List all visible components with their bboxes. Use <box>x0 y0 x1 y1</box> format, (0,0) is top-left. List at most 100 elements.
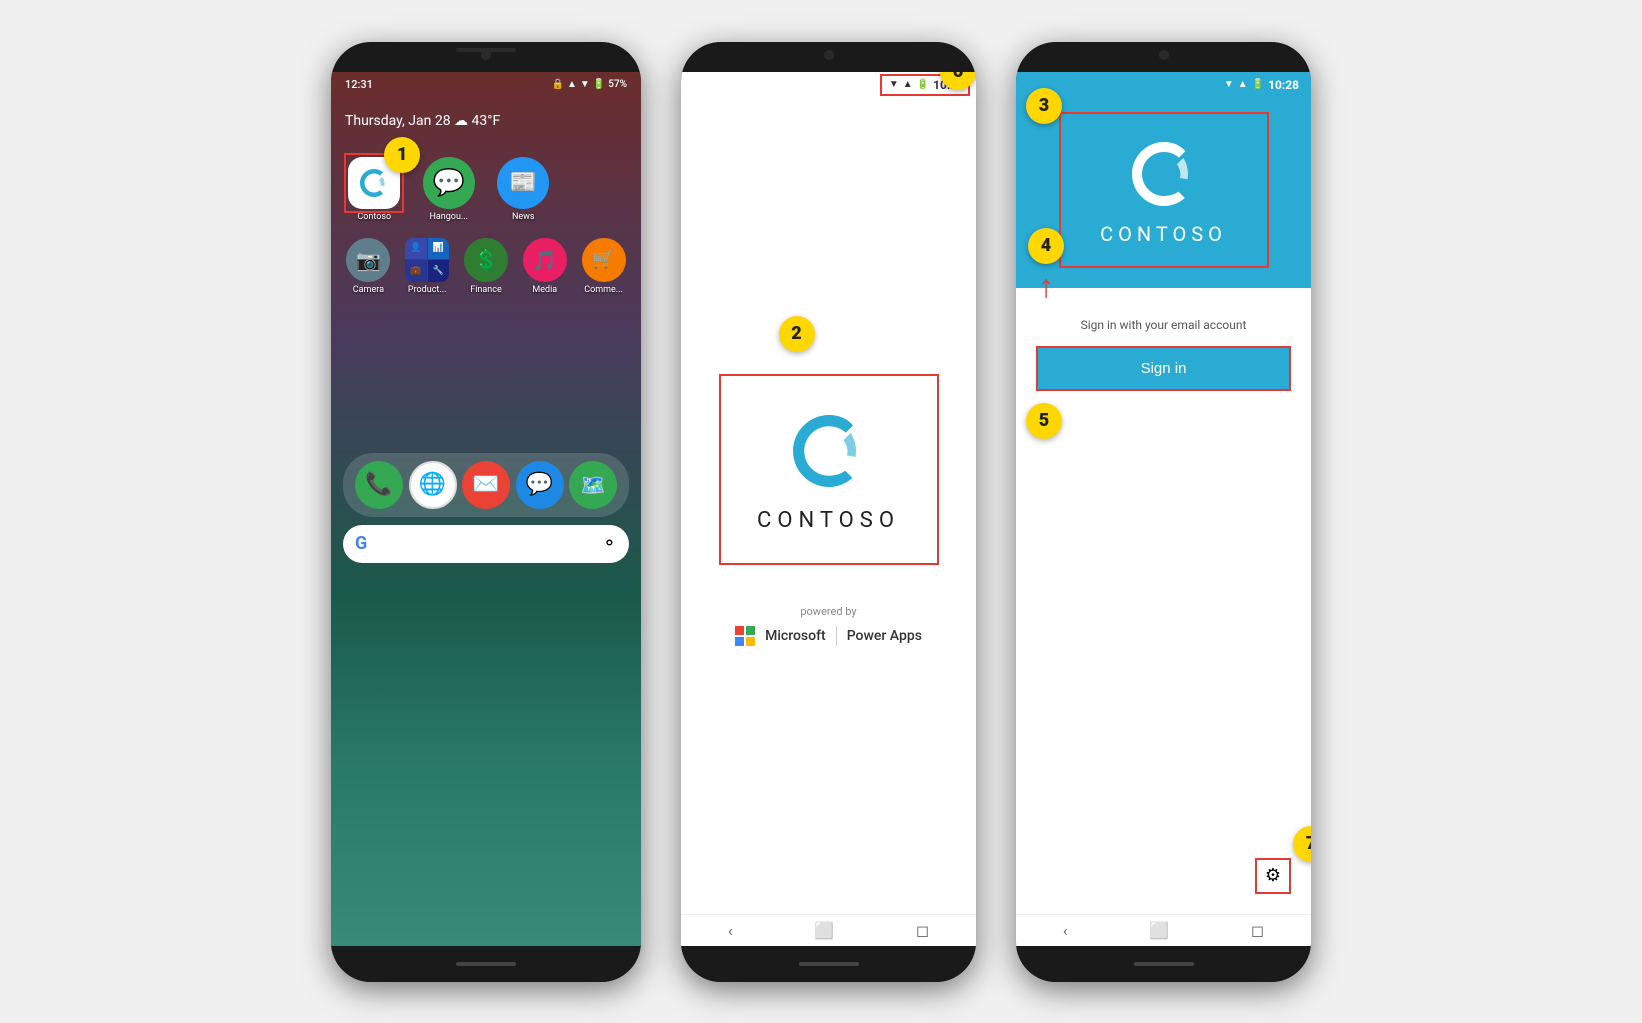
signin-bottom: 4 ↑ Sign in with your email account Sign… <box>1016 288 1311 914</box>
ms-label: Microsoft <box>765 628 826 644</box>
camera-3 <box>1159 50 1169 60</box>
messages-icon: 💬 <box>516 461 564 509</box>
signin-button[interactable]: Sign in <box>1036 346 1291 391</box>
hangouts-icon: 💬 <box>423 157 475 209</box>
camera-app[interactable]: 📷 Camera <box>343 238 394 295</box>
date-weather: Thursday, Jan 28 ☁ 43°F <box>331 97 641 137</box>
status-bar: 12:31 🔒 ▲ ▼ 🔋 57% <box>331 72 641 97</box>
signin-btn-wrapper: Sign in 5 <box>1036 346 1291 391</box>
phone-1-screen: 12:31 🔒 ▲ ▼ 🔋 57% Thursday, Jan 28 ☁ 43°… <box>331 72 641 946</box>
chrome-icon: 🌐 <box>409 461 457 509</box>
recents-btn-3[interactable]: ◻ <box>1251 921 1264 940</box>
time-3: 10:28 <box>1268 78 1299 92</box>
contoso-signin-name: CONTOSO <box>1100 222 1227 246</box>
news-icon: 📰 <box>497 157 549 209</box>
home-indicator <box>456 962 516 966</box>
phone-dock-app[interactable]: 📞 <box>355 461 403 509</box>
divider <box>836 626 837 646</box>
lock-icon: 🔒 <box>552 79 564 90</box>
annotation-5: 5 <box>1026 403 1062 439</box>
annotation-4-label: 4 <box>1041 235 1051 256</box>
maps-dock-app[interactable]: 🗺️ <box>569 461 617 509</box>
annotation-5-label: 5 <box>1039 410 1049 431</box>
date-text: Thursday, Jan 28 ☁ 43°F <box>345 113 627 129</box>
media-app[interactable]: 🎵 Media <box>519 238 570 295</box>
commerce-app[interactable]: 🛒 Comme... <box>578 238 629 295</box>
recents-btn-2[interactable]: ◻ <box>916 921 929 940</box>
annotation-1: 1 <box>384 137 420 173</box>
back-btn-3[interactable]: ‹ <box>1063 921 1068 940</box>
chrome-dock-app[interactable]: 🌐 <box>409 461 457 509</box>
annotation-4-area: 4 ↑ <box>1028 228 1064 302</box>
phone-icon: 📞 <box>355 461 403 509</box>
signin-description: Sign in with your email account <box>1081 318 1247 332</box>
product-label: Product... <box>408 285 447 295</box>
home-btn-2[interactable]: ⬜ <box>814 921 834 940</box>
home-indicator-2 <box>799 962 859 966</box>
finance-app[interactable]: 💲 Finance <box>461 238 512 295</box>
screen-2-inner: ▼ ▲ 🔋 10:28 6 2 <box>681 72 976 946</box>
messages-dock-app[interactable]: 💬 <box>516 461 564 509</box>
annotation-2-label: 2 <box>791 323 801 344</box>
battery-icon: 🔋 <box>593 79 605 90</box>
phone-3-top <box>1016 42 1311 72</box>
contoso-splash-box: CONTOSO <box>719 374 939 565</box>
camera-icon: 📷 <box>346 238 390 282</box>
speaker <box>456 48 516 52</box>
screen-3-inner: ▼ ▲ 🔋 10:28 3 <box>1016 72 1311 946</box>
maps-icon: 🗺️ <box>569 461 617 509</box>
status-icons-3: ▼ ▲ 🔋 10:28 <box>1224 78 1299 92</box>
phone-2-top <box>681 42 976 72</box>
wifi-icon-3: ▼ <box>1224 79 1234 90</box>
news-app[interactable]: 📰 News <box>492 157 555 222</box>
google-dots-icon: ⚬ <box>602 533 617 554</box>
battery-percent: 57% <box>608 79 627 90</box>
pa-label: Power Apps <box>847 628 922 644</box>
phone-3-bottom <box>1016 946 1311 982</box>
commerce-label: Comme... <box>584 285 623 295</box>
hangouts-label: Hangou... <box>429 212 468 222</box>
annotation-4: 4 <box>1028 228 1064 264</box>
commerce-icon: 🛒 <box>582 238 626 282</box>
app-grid-row1: 1 Contoso 💬 Hangou... 📰 News <box>331 137 641 232</box>
status-bar-3: ▼ ▲ 🔋 10:28 <box>1016 72 1311 98</box>
time: 12:31 <box>345 78 373 91</box>
phone-3-nav: ‹ ⬜ ◻ <box>1016 914 1311 946</box>
contoso-c-logo-large <box>784 406 874 496</box>
annotation-6-label: 6 <box>953 72 963 83</box>
news-label: News <box>512 212 535 222</box>
product-app[interactable]: 👤 📊 💼 🔧 Product... <box>402 238 453 295</box>
contoso-app[interactable]: 1 Contoso <box>343 157 406 222</box>
annotation-3-label: 3 <box>1039 95 1049 116</box>
status-icons: 🔒 ▲ ▼ 🔋 57% <box>552 79 627 90</box>
google-g-icon: G <box>355 533 367 554</box>
media-icon: 🎵 <box>523 238 567 282</box>
phone-2-screen: ▼ ▲ 🔋 10:28 6 2 <box>681 72 976 946</box>
arrow-up-icon: ↑ <box>1038 270 1054 302</box>
finance-icon: 💲 <box>464 238 508 282</box>
settings-button[interactable]: ⚙ <box>1255 858 1291 894</box>
contoso-splash-name: CONTOSO <box>757 508 900 533</box>
media-label: Media <box>532 285 557 295</box>
annotation-2: 2 <box>779 316 815 352</box>
powered-by-section: powered by Microsoft Power Apps <box>735 605 922 646</box>
dock: 📞 🌐 ✉️ 💬 🗺️ <box>343 453 629 517</box>
app-grid-row2: 📷 Camera 👤 📊 💼 🔧 Product... 💲 Finance 🎵 … <box>331 232 641 305</box>
hangouts-app[interactable]: 💬 Hangou... <box>418 157 481 222</box>
battery-icon-3: 🔋 <box>1252 79 1264 90</box>
back-btn-2[interactable]: ‹ <box>728 921 733 940</box>
status-area-2: ▼ ▲ 🔋 10:28 6 <box>681 72 976 98</box>
phone-2-nav: ‹ ⬜ ◻ <box>681 914 976 946</box>
home-indicator-3 <box>1134 962 1194 966</box>
signin-logo-box: CONTOSO <box>1059 112 1269 268</box>
phone-1-bottom <box>331 946 641 982</box>
contoso-label: Contoso <box>357 212 391 222</box>
search-bar[interactable]: G ⚬ <box>343 525 629 563</box>
home-btn-3[interactable]: ⬜ <box>1149 921 1169 940</box>
gmail-icon: ✉️ <box>462 461 510 509</box>
phone-2: ▼ ▲ 🔋 10:28 6 2 <box>681 42 976 982</box>
product-icon: 👤 📊 💼 🔧 <box>405 238 449 282</box>
gmail-dock-app[interactable]: ✉️ <box>462 461 510 509</box>
powered-by-text: powered by <box>735 605 922 618</box>
phone-1-top <box>331 42 641 72</box>
